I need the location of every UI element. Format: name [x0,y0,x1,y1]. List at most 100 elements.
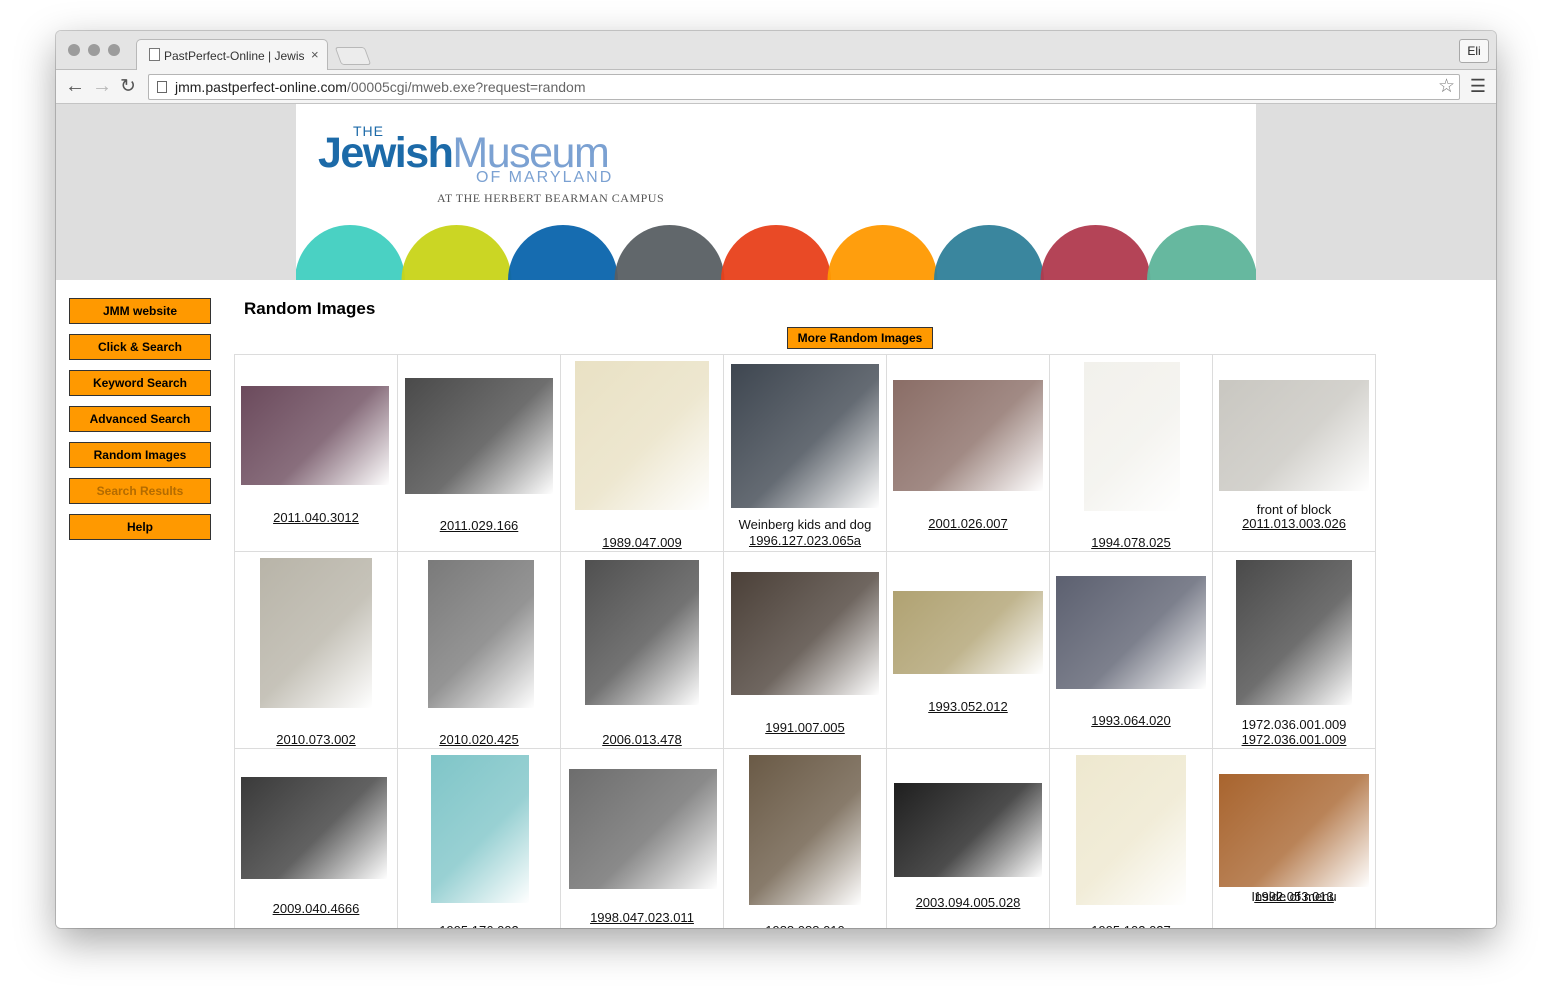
image-card: Inside of menu 1992.053.013 [1213,749,1375,928]
address-bar[interactable]: jmm.pastperfect-online.com/00005cgi/mweb… [148,74,1460,100]
accession-link[interactable]: 1972.036.001.009 [1213,732,1375,747]
accession-link[interactable]: 1989.047.009 [561,535,723,550]
thumbnail-image[interactable] [241,777,387,879]
back-icon[interactable]: ← [65,75,85,98]
accession-link[interactable]: 1993.064.020 [1050,713,1212,728]
image-card: 1988.088.010 [724,749,886,928]
accession-link[interactable]: 1992.053.013 [1213,889,1375,904]
thumbnail-image[interactable] [1219,380,1369,491]
page-icon [149,48,160,61]
image-cell: 2003.094.005.028 [886,748,1050,928]
thumbnail-image[interactable] [405,378,553,494]
image-cell: 2011.040.3012 [234,354,398,552]
more-random-images-button[interactable]: More Random Images [787,327,933,349]
new-tab-button[interactable] [334,47,372,65]
accession-link[interactable]: 1995.102.027 [1050,923,1212,928]
museum-banner[interactable]: THE JewishMuseum OF MARYLAND AT THE HERB… [296,104,1256,280]
reload-icon[interactable]: ↻ [120,75,136,98]
accession-link[interactable]: 1993.052.012 [887,699,1049,714]
sidebar-item-advanced-search[interactable]: Advanced Search [69,406,211,432]
close-window-icon[interactable] [68,44,80,56]
profile-button[interactable]: Eli [1459,39,1489,63]
image-card: 2006.013.478 [561,552,723,748]
thumbnail-image[interactable] [893,380,1043,491]
thumbnail-image[interactable] [575,361,709,510]
accession-link[interactable]: 1994.078.025 [1050,535,1212,550]
image-cell: 1989.047.009 [560,354,724,552]
accession-link[interactable]: 1991.007.005 [724,720,886,735]
sidebar-item-help[interactable]: Help [69,514,211,540]
image-cell: 1991.007.005 [723,551,887,749]
image-card: 1995.176.002 [398,749,560,928]
accession-link[interactable]: 1998.047.023.011 [561,910,723,925]
image-cell: 2010.020.425 [397,551,561,749]
forward-icon[interactable]: → [92,75,112,98]
accession-link[interactable]: 1988.088.010 [724,923,886,928]
thumbnail-image[interactable] [1219,774,1369,887]
url-text[interactable]: jmm.pastperfect-online.com/00005cgi/mweb… [175,79,586,95]
browser-tab[interactable]: PastPerfect-Online | Jewish × [136,39,328,70]
url-path: /00005cgi/mweb.exe?request=random [346,79,586,95]
image-cell: front of block 2011.013.003.026 [1212,354,1376,552]
accession-link[interactable]: 2010.020.425 [398,732,560,747]
thumbnail-image[interactable] [241,386,389,485]
accession-link[interactable]: 2011.040.3012 [235,510,397,525]
banner-circle [721,225,831,280]
thumbnail-image[interactable] [428,560,534,708]
sidebar-item-click-search[interactable]: Click & Search [69,334,211,360]
image-cell: 1998.047.023.011 [560,748,724,928]
sidebar-item-jmm-website[interactable]: JMM website [69,298,211,324]
zoom-window-icon[interactable] [108,44,120,56]
image-card: 2011.029.166 [398,355,560,551]
thumbnail-image[interactable] [731,364,879,508]
image-card: 1993.052.012 [887,552,1049,748]
browser-toolbar: ← → ↻ jmm.pastperfect-online.com/00005cg… [56,70,1496,104]
url-host: jmm.pastperfect-online.com [175,79,347,95]
accession-link[interactable]: 1995.176.002 [398,923,560,928]
accession-link[interactable]: 2011.029.166 [398,518,560,533]
minimize-window-icon[interactable] [88,44,100,56]
thumbnail-image[interactable] [260,558,372,708]
image-cell: 1993.064.020 [1049,551,1213,749]
thumbnail-image[interactable] [731,572,879,695]
logo-campus: AT THE HERBERT BEARMAN CAMPUS [437,191,665,205]
thumbnail-image[interactable] [431,755,529,903]
thumbnail-image[interactable] [1236,560,1352,705]
sidebar-item-keyword-search[interactable]: Keyword Search [69,370,211,396]
image-cell: 1995.102.027 [1049,748,1213,928]
page-viewport: THE JewishMuseum OF MARYLAND AT THE HERB… [56,104,1496,928]
image-caption: 1972.036.001.009 [1241,717,1347,732]
accession-link[interactable]: 1996.127.023.065a [724,533,886,548]
accession-link[interactable]: 2011.013.003.026 [1213,516,1375,531]
sidebar-item-random-images[interactable]: Random Images [69,442,211,468]
image-card: 1989.047.009 [561,355,723,551]
image-grid: 2011.040.3012 2011.029.166 1989.047.009 Wei… [234,354,1376,928]
menu-icon[interactable]: ☰ [1470,76,1486,97]
thumbnail-image[interactable] [1056,576,1206,689]
image-cell: 2011.029.166 [397,354,561,552]
thumbnail-image[interactable] [893,591,1043,674]
thumbnail-image[interactable] [1076,755,1186,905]
logo-of-maryland: OF MARYLAND [476,169,614,186]
image-cell: 1988.088.010 [723,748,887,928]
image-cell: 2006.013.478 [560,551,724,749]
image-card: 1993.064.020 [1050,552,1212,748]
accession-link[interactable]: 2003.094.005.028 [887,895,1049,910]
accession-link[interactable]: 2006.013.478 [561,732,723,747]
banner-circle [508,225,618,280]
accession-link[interactable]: 2001.026.007 [887,516,1049,531]
accession-link[interactable]: 2009.040.4666 [235,901,397,916]
image-caption: Weinberg kids and dog [738,517,872,532]
thumbnail-image[interactable] [585,560,699,705]
thumbnail-image[interactable] [1084,362,1180,511]
image-card: 2003.094.005.028 [887,749,1049,928]
bookmark-star-icon[interactable]: ☆ [1438,75,1455,98]
thumbnail-image[interactable] [569,769,717,889]
thumbnail-image[interactable] [894,783,1042,877]
image-card: 2010.073.002 [235,552,397,748]
image-card: 2011.040.3012 [235,355,397,551]
thumbnail-image[interactable] [749,755,861,905]
accession-link[interactable]: 2010.073.002 [235,732,397,747]
tab-close-icon[interactable]: × [311,47,319,62]
image-card: 1998.047.023.011 [561,749,723,928]
